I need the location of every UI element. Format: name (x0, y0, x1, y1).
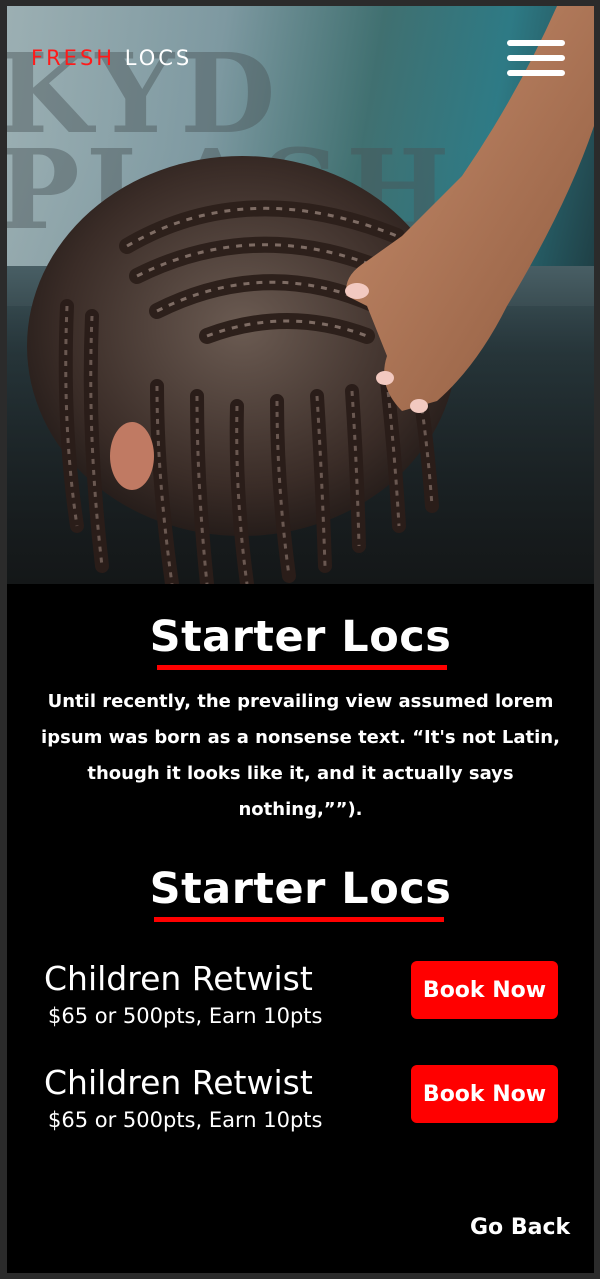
brand-logo-locs: LOCS (124, 46, 193, 70)
section-title-underline (157, 665, 447, 670)
app-frame: KYD PLASH (7, 6, 594, 1273)
brand-logo[interactable]: FRESH LOCS (31, 46, 192, 70)
main-content: Starter Locs Until recently, the prevail… (7, 584, 594, 1273)
menu-bar-top (507, 40, 565, 46)
top-navigation: FRESH LOCS (7, 6, 594, 116)
section-title-intro: Starter Locs (149, 612, 452, 662)
brand-logo-fresh: FRESH (31, 46, 116, 70)
hero-image: KYD PLASH (7, 6, 594, 584)
service-price: $65 or 500pts, Earn 10pts (48, 1108, 323, 1132)
service-price: $65 or 500pts, Earn 10pts (48, 1004, 323, 1028)
section-description: Until recently, the prevailing view assu… (41, 691, 560, 820)
service-name: Children Retwist (44, 1063, 313, 1102)
go-back-link[interactable]: Go Back (470, 1215, 570, 1240)
book-now-button[interactable]: Book Now (411, 961, 558, 1019)
service-name: Children Retwist (44, 959, 313, 998)
menu-bar-middle (507, 55, 565, 61)
menu-bar-bottom (507, 70, 565, 76)
hamburger-menu-icon[interactable] (507, 40, 567, 76)
book-now-button[interactable]: Book Now (411, 1065, 558, 1123)
section-title-underline (154, 917, 444, 922)
section-title-services: Starter Locs (149, 864, 452, 914)
